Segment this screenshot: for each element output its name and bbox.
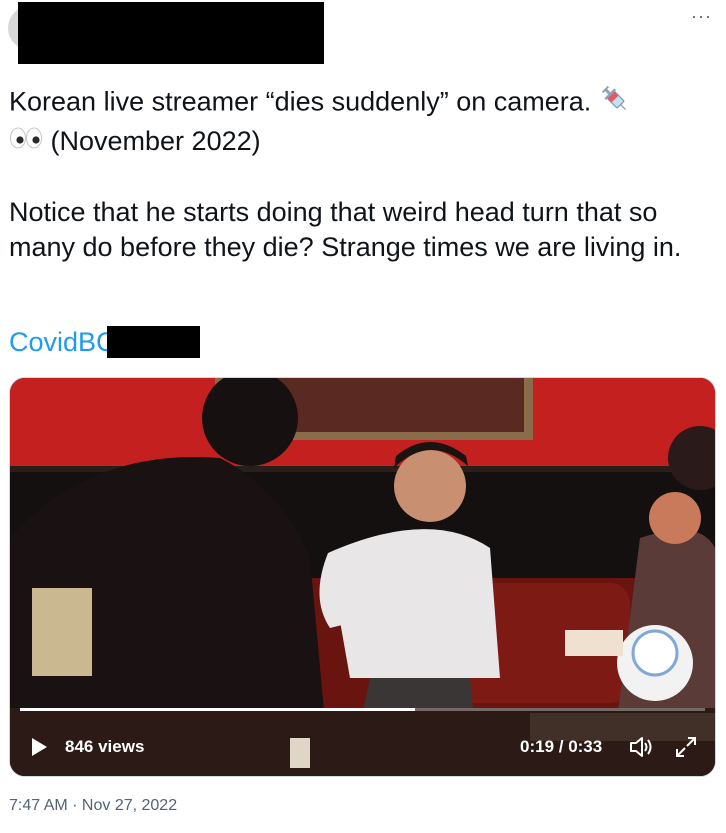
video-player[interactable]: 846 views 0:19 / 0:33 — [9, 377, 716, 777]
eyes-icon — [9, 125, 43, 160]
tweet-line-2: (November 2022) — [9, 124, 721, 160]
play-icon[interactable] — [26, 735, 50, 759]
hashtag-link[interactable]: CovidBC — [9, 325, 116, 360]
view-count: 846 views — [65, 737, 145, 756]
tweet-paragraph-2: Notice that he starts doing that weird h… — [9, 197, 682, 263]
progress-bar[interactable] — [20, 708, 705, 711]
tweet-line-1: Korean live streamer “dies suddenly” on … — [9, 83, 721, 124]
volume-icon[interactable] — [628, 734, 654, 760]
redacted-link-part — [107, 326, 200, 358]
more-options-icon[interactable]: ··· — [691, 6, 712, 27]
tweet-text: Korean live streamer “dies suddenly” on … — [9, 83, 721, 265]
tweet-line-1-text: Korean live streamer “dies suddenly” on … — [9, 86, 592, 117]
progress-bar-fill — [20, 708, 415, 711]
redacted-author-name — [18, 2, 324, 64]
video-frame — [10, 378, 715, 776]
fullscreen-icon[interactable] — [674, 735, 698, 759]
tweet-timestamp[interactable]: 7:47 AM · Nov 27, 2022 — [9, 797, 177, 815]
tweet-line-2-text: (November 2022) — [50, 126, 261, 156]
video-time: 0:19 / 0:33 — [520, 737, 603, 756]
syringe-icon — [599, 83, 631, 124]
